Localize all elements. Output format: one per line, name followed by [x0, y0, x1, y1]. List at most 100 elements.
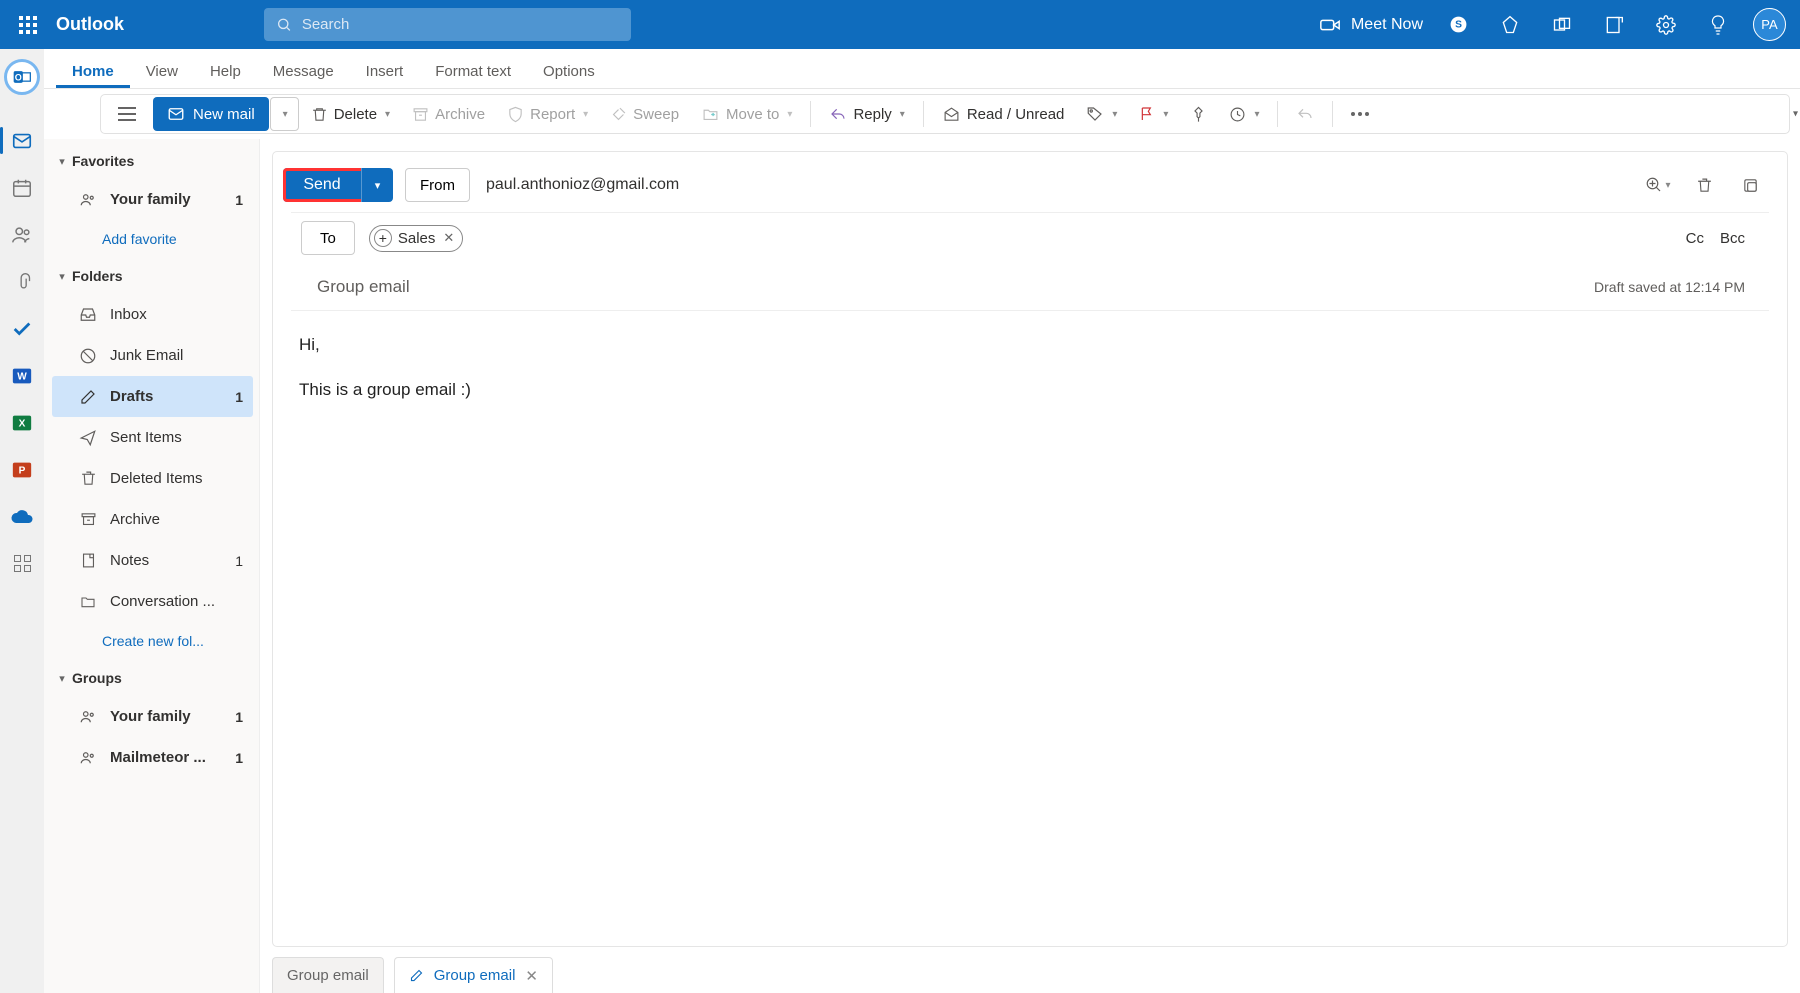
folder-drafts[interactable]: Drafts 1 [52, 376, 253, 417]
send-button[interactable]: Send [283, 168, 361, 202]
archive-button[interactable]: Archive [402, 97, 495, 131]
rail-calendar-icon[interactable] [0, 164, 44, 211]
rail-word-icon[interactable]: W [0, 352, 44, 399]
folder-label: Junk Email [110, 347, 243, 364]
rail-excel-icon[interactable]: X [0, 399, 44, 446]
move-to-label: Move to [726, 106, 779, 123]
tab-insert[interactable]: Insert [350, 53, 420, 88]
expand-group-icon[interactable]: + [374, 229, 392, 247]
bcc-link[interactable]: Bcc [1720, 230, 1745, 247]
rail-mail-icon[interactable] [0, 117, 44, 164]
send-group: Send ▾ [283, 168, 393, 202]
my-day-icon[interactable] [1591, 0, 1637, 49]
ribbon-tabs: Home View Help Message Insert Format tex… [44, 49, 1800, 89]
rail-onedrive-icon[interactable] [0, 493, 44, 540]
new-mail-label: New mail [193, 106, 255, 123]
tips-icon[interactable] [1695, 0, 1741, 49]
folder-inbox[interactable]: Inbox [52, 294, 253, 335]
add-favorite-link[interactable]: Add favorite [52, 220, 259, 258]
folder-notes[interactable]: Notes 1 [52, 540, 253, 581]
chevron-down-icon: ▾ [52, 270, 72, 283]
meet-now-label: Meet Now [1351, 16, 1423, 34]
rail-powerpoint-icon[interactable]: P [0, 446, 44, 493]
svg-text:S: S [1455, 20, 1462, 31]
svg-text:X: X [19, 418, 26, 429]
sweep-button[interactable]: Sweep [600, 97, 689, 131]
trash-icon [311, 106, 328, 123]
close-tab-icon[interactable]: ✕ [525, 967, 538, 985]
chevron-down-icon: ▾ [52, 155, 72, 168]
folder-sent[interactable]: Sent Items [52, 417, 253, 458]
tab-help[interactable]: Help [194, 53, 257, 88]
folder-archive[interactable]: Archive [52, 499, 253, 540]
groups-section[interactable]: ▾ Groups [52, 660, 259, 696]
group-your-family[interactable]: Your family 1 [52, 696, 253, 737]
move-to-button[interactable]: Move to▾ [691, 97, 802, 131]
folders-section[interactable]: ▾ Folders [52, 258, 259, 294]
reply-button[interactable]: Reply▾ [819, 97, 914, 131]
tab-view[interactable]: View [130, 53, 194, 88]
favorite-your-family[interactable]: Your family 1 [52, 179, 253, 220]
flag-button[interactable]: ▾ [1129, 97, 1178, 131]
rail-people-icon[interactable] [0, 211, 44, 258]
sent-icon [78, 429, 98, 447]
broom-icon [610, 106, 627, 123]
favorites-section[interactable]: ▾ Favorites [52, 143, 259, 179]
hamburger-icon[interactable] [113, 100, 141, 128]
rail-files-icon[interactable] [0, 258, 44, 305]
cc-link[interactable]: Cc [1686, 230, 1704, 247]
remove-chip-icon[interactable]: ✕ [441, 230, 456, 246]
tab-format-text[interactable]: Format text [419, 53, 527, 88]
tab-home[interactable]: Home [56, 53, 130, 88]
folder-label: Drafts [110, 388, 223, 405]
create-folder-link[interactable]: Create new fol... [52, 622, 259, 660]
to-button[interactable]: To [301, 221, 355, 255]
premium-icon[interactable] [1487, 0, 1533, 49]
search-input[interactable] [300, 15, 619, 34]
undo-button[interactable] [1286, 97, 1324, 131]
new-mail-button[interactable]: New mail [153, 97, 269, 131]
draft-tabs: Group email Group email ✕ [272, 953, 1788, 993]
more-button[interactable] [1341, 97, 1379, 131]
from-button[interactable]: From [405, 168, 470, 202]
recipient-chip-sales[interactable]: + Sales ✕ [369, 225, 463, 252]
folder-label: Mailmeteor ... [110, 749, 223, 766]
app-launcher-icon[interactable] [8, 5, 48, 45]
folder-deleted[interactable]: Deleted Items [52, 458, 253, 499]
read-unread-button[interactable]: Read / Unread [932, 97, 1075, 131]
rail-more-apps-icon[interactable] [0, 540, 44, 587]
brand-title: Outlook [56, 14, 124, 35]
subject-input[interactable] [315, 276, 1594, 298]
meet-now-button[interactable]: Meet Now [1319, 14, 1423, 36]
from-address: paul.anthonioz@gmail.com [486, 176, 679, 194]
collapse-ribbon-icon[interactable]: ▾ [1793, 109, 1798, 120]
group-mailmeteor[interactable]: Mailmeteor ... 1 [52, 737, 253, 778]
folder-junk[interactable]: Junk Email [52, 335, 253, 376]
new-mail-dropdown[interactable]: ▾ [270, 97, 299, 131]
zoom-icon[interactable]: ▾ [1641, 168, 1675, 202]
discard-icon[interactable] [1687, 168, 1721, 202]
folder-conversation[interactable]: Conversation ... [52, 581, 253, 622]
pin-button[interactable] [1180, 97, 1217, 131]
draft-saved-info: Draft saved at 12:14 PM [1594, 279, 1745, 295]
tab-options[interactable]: Options [527, 53, 611, 88]
folder-count: 1 [235, 553, 243, 569]
teams-icon[interactable] [1539, 0, 1585, 49]
ribbon: New mail ▾ Delete▾ Archive Report▾ S [100, 94, 1790, 134]
search-box[interactable] [264, 8, 631, 41]
settings-icon[interactable] [1643, 0, 1689, 49]
rail-todo-icon[interactable] [0, 305, 44, 352]
message-body[interactable]: Hi, This is a group email :) [291, 311, 1769, 946]
popout-icon[interactable] [1733, 168, 1767, 202]
send-label: Send [303, 176, 340, 194]
categorize-button[interactable]: ▾ [1076, 97, 1127, 131]
avatar[interactable]: PA [1753, 8, 1786, 41]
tab-message[interactable]: Message [257, 53, 350, 88]
send-dropdown[interactable]: ▾ [361, 168, 393, 202]
skype-icon[interactable]: S [1435, 0, 1481, 49]
snooze-button[interactable]: ▾ [1219, 97, 1269, 131]
delete-button[interactable]: Delete▾ [301, 97, 400, 131]
draft-tab-active[interactable]: Group email ✕ [394, 957, 553, 993]
draft-tab-inactive[interactable]: Group email [272, 957, 384, 993]
report-button[interactable]: Report▾ [497, 97, 598, 131]
